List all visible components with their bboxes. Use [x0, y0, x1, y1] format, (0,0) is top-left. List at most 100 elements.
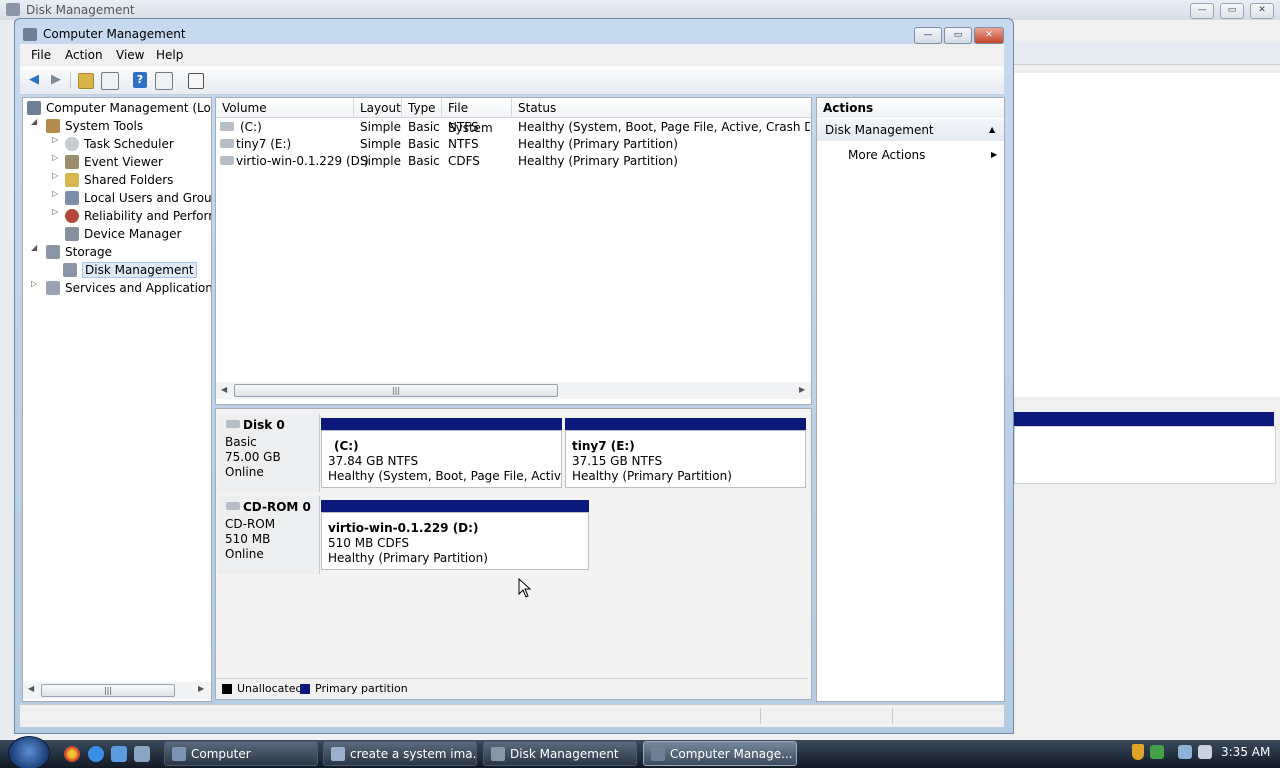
partition-e[interactable]: tiny7 (E:) 37.15 GB NTFS Healthy (Primar…: [565, 430, 806, 488]
legend-primary: Primary partition: [315, 682, 408, 695]
expand-icon[interactable]: ▷: [52, 207, 62, 216]
menu-view[interactable]: View: [116, 48, 144, 62]
list-horizontal-scrollbar[interactable]: ◀ ||| ▶: [216, 382, 811, 399]
maximize-button[interactable]: ▭: [944, 27, 972, 44]
disk-type: Basic: [225, 435, 257, 449]
menu-help[interactable]: Help: [156, 48, 183, 62]
disk-size: 510 MB: [225, 532, 271, 546]
taskbar-button-computer-management[interactable]: Computer Manage...: [643, 741, 797, 766]
volume-muted-icon[interactable]: [1198, 745, 1212, 759]
background-maximize-button[interactable]: ▭: [1220, 3, 1244, 19]
table-row[interactable]: tiny7 (E:) Simple Basic NTFS Healthy (Pr…: [216, 136, 811, 153]
tools-icon: [46, 119, 60, 133]
cdrom-0-label[interactable]: CD-ROM 0 CD-ROM 510 MB Online: [217, 496, 320, 574]
tray-app-icon[interactable]: [1150, 745, 1164, 759]
taskbar-button-computer[interactable]: Computer: [164, 741, 318, 766]
show-hide-action-pane-icon[interactable]: [155, 72, 173, 90]
cell-layout: Simple: [360, 154, 401, 168]
cell-status: Healthy (Primary Partition): [518, 154, 678, 168]
forward-icon[interactable]: ▶: [47, 71, 65, 89]
tree-item-device-manager[interactable]: Device Manager: [65, 225, 181, 243]
disk-0-label[interactable]: Disk 0 Basic 75.00 GB Online: [217, 414, 320, 492]
taskbar-button-disk-management[interactable]: Disk Management: [483, 741, 637, 766]
volume-list: Volume Layout Type File System Status (C…: [215, 97, 812, 405]
legend: Unallocated Primary partition: [216, 678, 808, 699]
disk-name: CD-ROM 0: [243, 500, 311, 514]
more-actions-item[interactable]: More Actions ▶: [817, 145, 1004, 165]
partition-d[interactable]: virtio-win-0.1.229 (D:) 510 MB CDFS Heal…: [321, 512, 589, 570]
background-list: [1012, 91, 1280, 397]
expand-icon[interactable]: ▷: [52, 189, 62, 198]
column-header-file-system[interactable]: File System: [442, 98, 512, 135]
cd-drive-icon: [220, 156, 234, 165]
tree-item-shared-folders[interactable]: Shared Folders: [65, 171, 173, 189]
clock[interactable]: 3:35 AM: [1221, 745, 1270, 759]
primary-partition-swatch: [300, 684, 310, 694]
actions-section-disk-management[interactable]: Disk Management ▲: [817, 119, 1004, 141]
tree-item-event-viewer[interactable]: Event Viewer: [65, 153, 163, 171]
cell-type: Basic: [408, 154, 440, 168]
chrome-icon[interactable]: [64, 746, 80, 762]
column-header-layout[interactable]: Layout: [354, 98, 402, 118]
background-toolbar: [1012, 42, 1280, 65]
collapse-icon[interactable]: ◢: [31, 243, 41, 252]
computer-management-icon: [651, 747, 665, 761]
internet-explorer-icon[interactable]: [88, 746, 104, 762]
show-desktop-icon[interactable]: [111, 746, 127, 762]
table-row[interactable]: (C:) Simple Basic NTFS Healthy (System, …: [216, 119, 811, 136]
security-shield-icon[interactable]: [1132, 744, 1144, 760]
cell-file-system: NTFS: [448, 120, 479, 134]
column-header-type[interactable]: Type: [402, 98, 442, 118]
status-divider: [892, 708, 893, 724]
help-icon[interactable]: ?: [133, 72, 147, 88]
minimize-button[interactable]: —: [914, 27, 942, 44]
tree-item-local-users-and-groups[interactable]: Local Users and Groups: [65, 189, 211, 207]
tree-item-task-scheduler[interactable]: Task Scheduler: [65, 135, 174, 153]
expand-icon[interactable]: ▷: [52, 171, 62, 180]
submenu-arrow-icon: ▶: [991, 150, 998, 159]
collapse-up-icon[interactable]: ▲: [989, 119, 995, 141]
scroll-thumb[interactable]: |||: [234, 384, 558, 397]
column-header-status[interactable]: Status: [512, 98, 811, 118]
background-close-button[interactable]: ✕: [1250, 3, 1274, 19]
computer-icon: [172, 747, 186, 761]
tree-item-disk-management[interactable]: Disk Management: [63, 261, 197, 279]
expand-icon[interactable]: ▷: [52, 135, 62, 144]
tree-label: Task Scheduler: [84, 137, 174, 151]
back-icon[interactable]: ◀: [25, 71, 43, 89]
partition-name: virtio-win-0.1.229 (D:): [328, 521, 479, 535]
tree-item-reliability[interactable]: Reliability and Performa: [65, 207, 211, 225]
tree-item-system-tools[interactable]: System Tools: [46, 117, 143, 135]
start-button[interactable]: [8, 736, 50, 768]
users-icon: [65, 191, 79, 205]
properties-icon[interactable]: [188, 73, 204, 89]
close-button[interactable]: ✕: [974, 27, 1004, 44]
show-hide-tree-icon[interactable]: [101, 72, 119, 90]
collapse-icon[interactable]: ◢: [31, 117, 41, 126]
menu-action[interactable]: Action: [65, 48, 103, 62]
tree-horizontal-scrollbar[interactable]: ◀ ||| ▶: [23, 682, 211, 699]
tree-item-services-and-applications[interactable]: Services and Applications: [46, 279, 211, 297]
scroll-thumb[interactable]: |||: [41, 684, 175, 697]
up-folder-icon[interactable]: [78, 73, 94, 89]
tree-label: Reliability and Performa: [84, 209, 211, 223]
network-icon[interactable]: [1178, 745, 1192, 759]
switch-windows-icon[interactable]: [134, 746, 150, 762]
expand-icon[interactable]: ▷: [52, 153, 62, 162]
background-left-strip: [0, 20, 14, 740]
scroll-right-icon[interactable]: ▶: [799, 385, 805, 394]
menu-file[interactable]: File: [31, 48, 51, 62]
tree-item-computer-management[interactable]: Computer Management (Local: [27, 99, 211, 117]
background-minimize-button[interactable]: —: [1190, 3, 1214, 19]
column-header-volume[interactable]: Volume: [216, 98, 354, 118]
tree-item-storage[interactable]: Storage: [46, 243, 112, 261]
expand-icon[interactable]: ▷: [31, 279, 41, 288]
table-row[interactable]: virtio-win-0.1.229 (D:) Simple Basic CDF…: [216, 153, 811, 170]
taskbar-button-create-system-image[interactable]: create a system ima...: [323, 741, 477, 766]
scroll-right-icon[interactable]: ▶: [198, 684, 204, 693]
cell-file-system: CDFS: [448, 154, 480, 168]
scroll-left-icon[interactable]: ◀: [28, 684, 34, 693]
actions-section-label: Disk Management: [825, 123, 934, 137]
partition-c[interactable]: (C:) 37.84 GB NTFS Healthy (System, Boot…: [321, 430, 562, 488]
scroll-left-icon[interactable]: ◀: [221, 385, 227, 394]
